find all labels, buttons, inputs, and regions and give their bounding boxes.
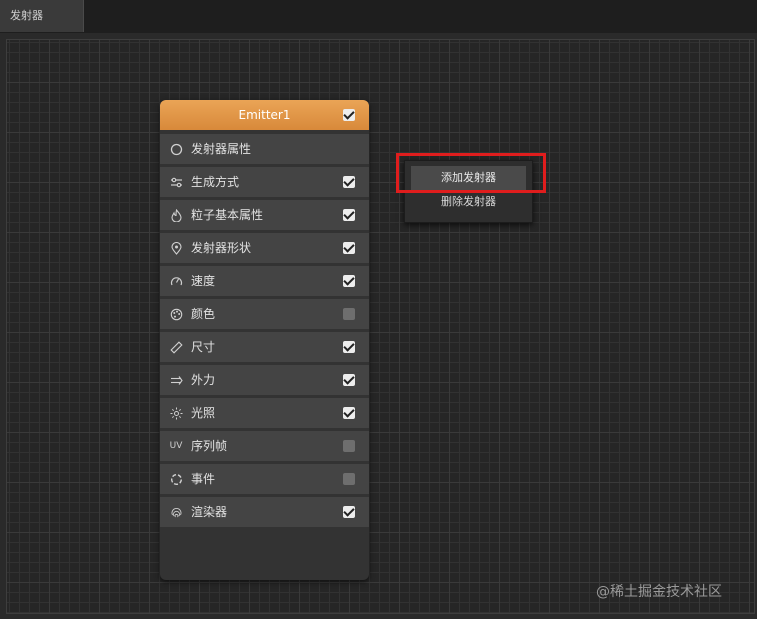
module-checkbox[interactable] — [343, 341, 355, 353]
module-row-emitter-shape[interactable]: 发射器形状 — [160, 233, 369, 263]
module-label: 外力 — [191, 373, 216, 387]
annotation-highlight-box — [396, 153, 546, 193]
module-checkbox[interactable] — [343, 506, 355, 518]
palette-icon — [169, 307, 183, 321]
circle-icon — [169, 142, 183, 156]
uv-icon: UV — [169, 441, 183, 451]
module-checkbox[interactable] — [343, 209, 355, 221]
speedometer-icon — [169, 274, 183, 288]
module-checkbox[interactable] — [343, 440, 355, 452]
module-checkbox[interactable] — [343, 407, 355, 419]
app-root: { "tab": { "label": "发射器" }, "node": { "… — [0, 0, 757, 619]
node-graph-canvas[interactable] — [6, 39, 755, 614]
module-checkbox[interactable] — [343, 473, 355, 485]
module-label: 速度 — [191, 274, 216, 288]
module-row-size[interactable]: 尺寸 — [160, 332, 369, 362]
tab-emitter[interactable]: 发射器 — [0, 0, 84, 32]
module-row-events[interactable]: 事件 — [160, 464, 369, 494]
module-label: 事件 — [191, 472, 216, 486]
location-pin-icon — [169, 241, 183, 255]
module-label: 序列帧 — [191, 439, 228, 453]
module-label: 发射器属性 — [191, 142, 252, 156]
dashed-circle-icon — [169, 472, 183, 486]
watermark: @稀土掘金技术社区 — [596, 584, 722, 600]
module-row-emitter-properties[interactable]: 发射器属性 — [160, 134, 369, 164]
fingerprint-icon — [169, 505, 183, 519]
module-label: 光照 — [191, 406, 216, 420]
emitter-enabled-checkbox[interactable] — [343, 109, 355, 121]
module-row-velocity[interactable]: 速度 — [160, 266, 369, 296]
module-label: 颜色 — [191, 307, 216, 321]
module-label: 粒子基本属性 — [191, 208, 264, 222]
ruler-icon — [169, 340, 183, 354]
module-checkbox[interactable] — [343, 176, 355, 188]
module-checkbox[interactable] — [343, 242, 355, 254]
module-row-particle-basic[interactable]: 粒子基本属性 — [160, 200, 369, 230]
double-arrow-icon — [169, 373, 183, 387]
tab-bar: 发射器 — [0, 0, 757, 33]
module-row-spawn-mode[interactable]: 生成方式 — [160, 167, 369, 197]
module-row-sprite-sheet[interactable]: UV 序列帧 — [160, 431, 369, 461]
flame-icon — [169, 208, 183, 222]
menu-item-delete-emitter[interactable]: 删除发射器 — [411, 190, 526, 214]
module-checkbox[interactable] — [343, 374, 355, 386]
emitter-node[interactable]: Emitter1 发射器属性 生成方式 粒子基本属性 发射器形状 速度 颜色 尺… — [160, 100, 369, 580]
module-row-color[interactable]: 颜色 — [160, 299, 369, 329]
module-checkbox[interactable] — [343, 308, 355, 320]
module-label: 生成方式 — [191, 175, 240, 189]
sun-icon — [169, 406, 183, 420]
module-row-external-force[interactable]: 外力 — [160, 365, 369, 395]
emitter-node-header[interactable]: Emitter1 — [160, 100, 369, 130]
module-row-lighting[interactable]: 光照 — [160, 398, 369, 428]
module-label: 渲染器 — [191, 505, 228, 519]
module-label: 发射器形状 — [191, 241, 252, 255]
module-label: 尺寸 — [191, 340, 216, 354]
module-row-renderer[interactable]: 渲染器 — [160, 497, 369, 527]
emitter-node-title: Emitter1 — [238, 108, 291, 122]
sliders-icon — [169, 175, 183, 189]
module-checkbox[interactable] — [343, 275, 355, 287]
